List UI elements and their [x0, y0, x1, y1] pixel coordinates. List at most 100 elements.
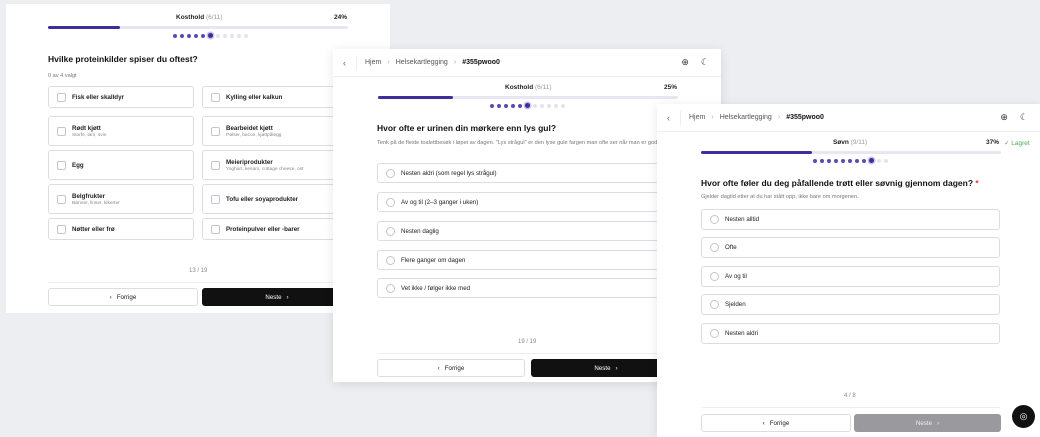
step-dot — [862, 158, 866, 163]
step-dot — [877, 158, 881, 163]
option-fish[interactable]: Fisk eller skalldyr — [48, 86, 194, 108]
divider — [48, 282, 362, 283]
question-counter: 4 / 8 — [844, 393, 856, 399]
radio-button[interactable] — [386, 197, 395, 207]
moon-icon[interactable]: ☾ — [701, 57, 709, 68]
question-title: Hvor ofte er urinen din mørkere enn lys … — [377, 123, 557, 133]
checkbox[interactable] — [211, 194, 220, 204]
top-bar: ‹ Hjem › Helsekartlegging › #355pwoo0 ⊕ ☾ — [657, 104, 1040, 132]
question-title: Hvor ofte føler du deg påfallende trøtt … — [701, 178, 979, 188]
step-dot — [547, 103, 551, 108]
option-sometimes[interactable]: Av og til — [701, 266, 1000, 287]
progress-fill — [378, 96, 453, 99]
step-dot — [848, 158, 852, 163]
step-dot — [490, 103, 494, 108]
step-dot — [834, 158, 838, 163]
option-legumes[interactable]: Belgfrukter Bønner, linser, kikerter — [48, 184, 194, 214]
prev-button[interactable]: ‹ Forrige — [701, 414, 851, 432]
chevron-left-icon[interactable]: ‹ — [657, 110, 681, 125]
option-almost-always[interactable]: Nesten alltid — [701, 209, 1000, 230]
option-rarely[interactable]: Sjelden — [701, 294, 1000, 315]
step-dots — [813, 158, 888, 163]
breadcrumb-current: #355pwoo0 — [786, 114, 824, 121]
step-dot — [223, 33, 227, 38]
checkbox[interactable] — [57, 160, 66, 170]
step-dot — [561, 103, 565, 108]
prev-button[interactable]: ‹ Forrige — [48, 288, 198, 306]
checkbox[interactable] — [57, 224, 66, 234]
checkbox[interactable] — [211, 92, 220, 102]
chevron-left-icon[interactable]: ‹ — [333, 55, 357, 70]
radio-button[interactable] — [710, 243, 719, 252]
progress-fill — [48, 26, 120, 29]
selection-count: 0 av 4 valgt — [48, 73, 77, 79]
step-dot — [855, 158, 859, 163]
radio-button[interactable] — [386, 226, 395, 236]
top-bar: ‹ Hjem › Helsekartlegging › #355pwoo0 ⊕ ☾ — [333, 49, 721, 77]
chat-icon[interactable]: ◎ — [1012, 405, 1035, 428]
next-button[interactable]: Neste › — [202, 288, 352, 306]
step-dot — [511, 103, 515, 108]
radio-button[interactable] — [710, 215, 719, 224]
chevron-left-icon: ‹ — [109, 293, 112, 301]
radio-button[interactable] — [386, 255, 395, 265]
progress-bar — [701, 151, 1001, 154]
step-dot — [827, 158, 831, 163]
step-dot — [533, 103, 537, 108]
radio-button[interactable] — [710, 329, 719, 338]
section-header: Søvn (9/11) — [833, 139, 868, 146]
required-mark: * — [975, 178, 979, 188]
step-dot — [244, 33, 248, 38]
step-dot — [884, 158, 888, 163]
step-dot — [216, 33, 220, 38]
step-dot — [180, 33, 184, 38]
breadcrumb-survey[interactable]: Helsekartlegging — [396, 59, 448, 66]
step-dots — [490, 103, 565, 108]
step-dot — [173, 33, 177, 38]
checkbox[interactable] — [211, 224, 220, 234]
step-dot — [540, 103, 544, 108]
question-counter: 13 / 19 — [189, 268, 208, 274]
progress-percent: 37% — [986, 139, 1000, 146]
section-header: Kosthold (6/11) — [505, 84, 552, 91]
checkbox[interactable] — [211, 126, 220, 136]
globe-icon[interactable]: ⊕ — [1000, 112, 1008, 123]
chevron-right-icon: › — [286, 293, 289, 301]
next-button[interactable]: Neste › — [854, 414, 1001, 432]
step-dot — [820, 158, 824, 163]
breadcrumb-survey[interactable]: Helsekartlegging — [720, 114, 772, 121]
chevron-right-icon: › — [615, 364, 618, 372]
checkbox[interactable] — [57, 194, 66, 204]
radio-button[interactable] — [386, 283, 395, 293]
option-almost-never[interactable]: Nesten aldri — [701, 323, 1000, 344]
checkbox[interactable] — [211, 160, 220, 170]
chevron-left-icon: ‹ — [437, 364, 440, 372]
divider — [701, 407, 1000, 408]
moon-icon[interactable]: ☾ — [1020, 112, 1028, 123]
globe-icon[interactable]: ⊕ — [681, 57, 689, 68]
breadcrumb-home[interactable]: Hjem — [365, 59, 381, 66]
progress-bar — [378, 96, 678, 99]
option-nuts[interactable]: Nøtter eller frø — [48, 218, 194, 240]
option-often[interactable]: Ofte — [701, 237, 1000, 258]
step-dot — [201, 33, 205, 38]
progress-bar — [48, 26, 348, 29]
radio-button[interactable] — [710, 300, 719, 309]
checkbox[interactable] — [57, 92, 66, 102]
option-red-meat[interactable]: Rødt kjøtt Storfe, lam, svin — [48, 116, 194, 146]
option-eggs[interactable]: Egg — [48, 150, 194, 180]
breadcrumb: Hjem › Helsekartlegging › #355pwoo0 — [689, 114, 824, 121]
step-dot — [237, 33, 241, 38]
checkbox[interactable] — [57, 126, 66, 136]
step-dot — [504, 103, 508, 108]
saved-status: ✓ Lagret — [1004, 140, 1030, 147]
radio-button[interactable] — [386, 168, 395, 178]
step-dot — [525, 103, 530, 108]
prev-button[interactable]: ‹ Forrige — [377, 359, 525, 377]
question-hint: Gjelder dagtid etter at du har stått opp… — [701, 194, 859, 200]
breadcrumb-home[interactable]: Hjem — [689, 114, 705, 121]
step-dot — [518, 103, 522, 108]
step-dot — [554, 103, 558, 108]
step-dot — [194, 33, 198, 38]
radio-button[interactable] — [710, 272, 719, 281]
